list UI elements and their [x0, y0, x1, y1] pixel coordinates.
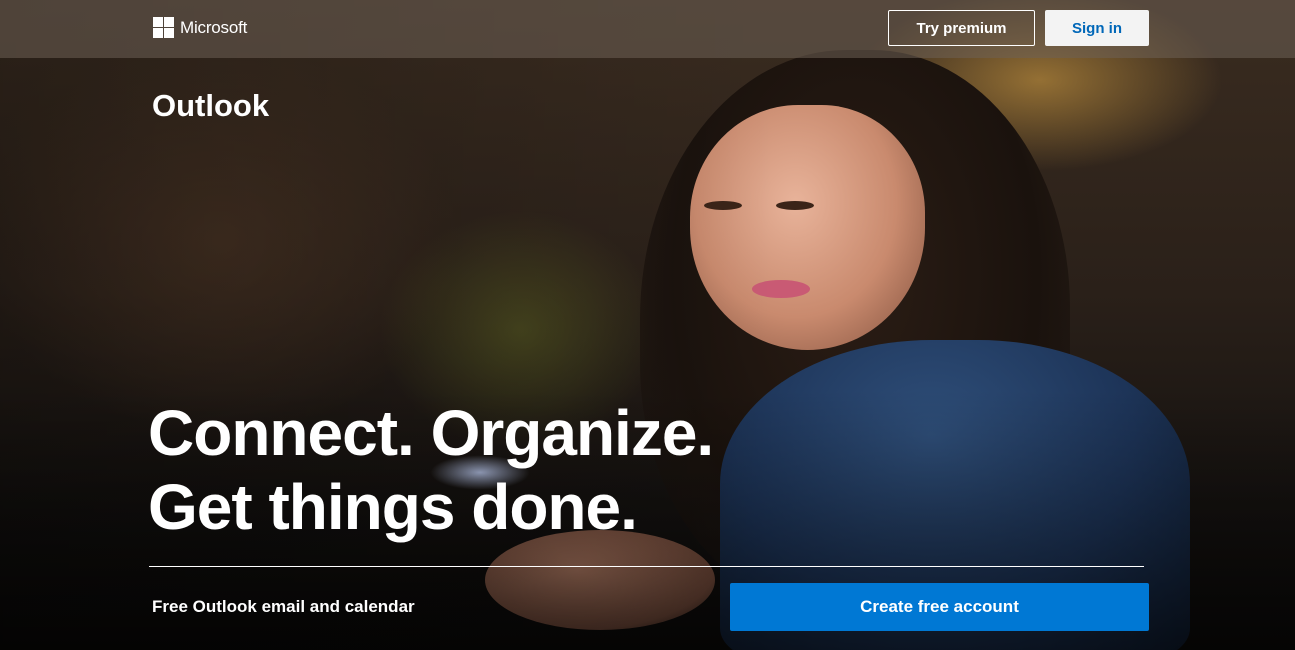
hero-headline-line-1: Connect. Organize. — [148, 397, 714, 469]
product-title: Outlook — [152, 88, 270, 123]
hero-background: Microsoft Try premium Sign in Outlook Co… — [0, 0, 1295, 650]
top-navigation-bar: Microsoft Try premium Sign in — [0, 0, 1295, 58]
hero-divider — [149, 566, 1144, 567]
create-free-account-button[interactable]: Create free account — [730, 583, 1149, 631]
microsoft-logo-text: Microsoft — [180, 17, 248, 37]
sign-in-button[interactable]: Sign in — [1045, 10, 1149, 46]
microsoft-logo-icon — [153, 17, 174, 38]
try-premium-button[interactable]: Try premium — [888, 10, 1035, 46]
hero-tagline: Free Outlook email and calendar — [152, 597, 415, 616]
hero-headline-line-2: Get things done. — [148, 471, 638, 543]
hero-headline: Connect. Organize. Get things done. — [148, 396, 714, 544]
microsoft-logo-link[interactable]: Microsoft — [153, 17, 247, 38]
